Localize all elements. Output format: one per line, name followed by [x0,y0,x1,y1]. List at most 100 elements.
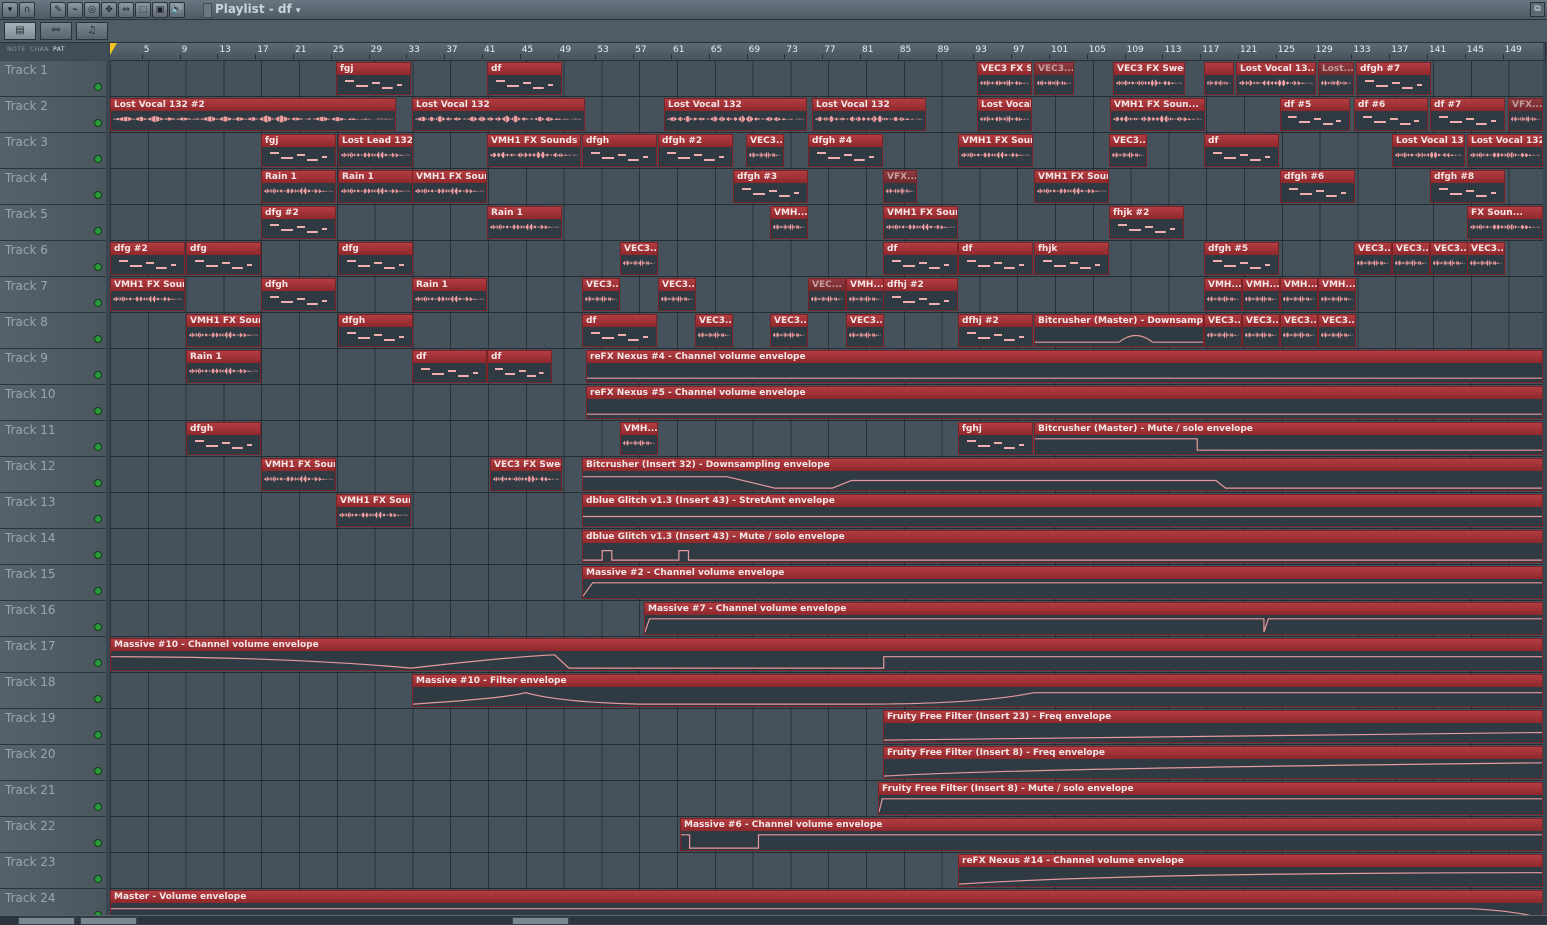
pattern-clip[interactable]: df [582,314,657,347]
track-header[interactable]: Track 21 [0,781,106,817]
automation-clip[interactable]: Massive #6 - Channel volume envelope [680,818,1543,851]
pattern-clip[interactable]: df [487,350,552,383]
track-header[interactable]: Track 13 [0,493,106,529]
audio-clip[interactable]: VEC3... [1034,62,1074,95]
audio-clip[interactable]: VEC3 FX Swee... [1113,62,1185,95]
audio-clip[interactable]: Lost Vocal 132 [412,98,585,131]
track-header[interactable]: Track 22 [0,817,106,853]
pattern-clip[interactable]: dfg #2 [110,242,185,275]
audio-clip[interactable]: Lost Lead 132 [338,134,413,167]
audio-clip[interactable]: VMH... [846,278,884,311]
automation-clip[interactable]: Bitcrusher (Insert 32) - Downsampling en… [582,458,1543,491]
audio-clip[interactable]: VMH1 FX Soun... [336,494,411,527]
track-enable-led-icon[interactable] [94,767,102,775]
track-enable-led-icon[interactable] [94,587,102,595]
chan-mode-label[interactable]: CHAN [30,46,49,53]
bottom-tab[interactable] [18,917,75,925]
pattern-clip[interactable]: dfgh #4 [808,134,883,167]
track-enable-led-icon[interactable] [94,263,102,271]
automation-clip[interactable]: Massive #7 - Channel volume envelope [644,602,1543,635]
automation-clip[interactable]: Bitcrusher (Master) - Downsampling envel… [1034,314,1204,347]
pattern-clip[interactable]: df [883,242,958,275]
audio-clip[interactable]: VMH1 FX Soun... [110,278,185,311]
track-header[interactable]: Track 12 [0,457,106,493]
track-enable-led-icon[interactable] [94,839,102,847]
audio-clip[interactable]: Lost Vocal 13... [1236,62,1316,95]
track-enable-led-icon[interactable] [94,155,102,163]
automation-clip[interactable]: dblue Glitch v1.3 (Insert 43) - Mute / s… [582,530,1543,563]
pattern-clip[interactable]: fghj [958,422,1033,455]
pattern-clip[interactable]: dfg [338,242,413,275]
track-header[interactable]: Track 7 [0,277,106,313]
audio-clip[interactable]: FX Soun... [1467,206,1543,239]
audio-clip[interactable]: VMH1 FX Soun... [412,170,487,203]
pattern-clip[interactable]: dfgh #5 [1204,242,1279,275]
audio-clip[interactable]: VEC3... [1242,314,1280,347]
pattern-clip[interactable]: dfgh [338,314,413,347]
note-mode-label[interactable]: NOTE [7,46,26,53]
track-header[interactable]: Track 18 [0,673,106,709]
automation-clip[interactable]: reFX Nexus #4 - Channel volume envelope [586,350,1543,383]
track-enable-led-icon[interactable] [94,371,102,379]
audio-clip[interactable]: Lost Vocal 13... [1392,134,1465,167]
audio-clip[interactable]: VFX... [883,170,917,203]
audio-clip[interactable]: VEC3... [1467,242,1505,275]
audio-clip[interactable]: Rain 1 [261,170,336,203]
drag-grip-icon[interactable] [203,3,212,18]
audio-clip[interactable]: VMH... [1242,278,1280,311]
audio-clip[interactable]: VEC3... [746,134,784,167]
track-header[interactable]: Track 4 [0,169,106,205]
bottom-tab[interactable] [512,917,569,925]
track-header[interactable]: Track 3 [0,133,106,169]
track-enable-led-icon[interactable] [94,695,102,703]
music-note-icon[interactable]: ♫ [76,22,108,40]
audio-clip[interactable]: VEC... [808,278,846,311]
audio-clip[interactable]: Lost Vocal... [977,98,1032,131]
automation-clip[interactable]: Massive #10 - Channel volume envelope [110,638,1543,671]
pattern-clip[interactable]: fhjk [1034,242,1109,275]
track-enable-led-icon[interactable] [94,227,102,235]
audio-clip[interactable]: VMH1 FX Soun... [261,458,336,491]
audio-clip[interactable]: VMH1 FX Soun... [1034,170,1109,203]
track-enable-led-icon[interactable] [94,875,102,883]
automation-clip[interactable]: reFX Nexus #14 - Channel volume envelope [958,854,1543,887]
automation-clip[interactable]: Massive #2 - Channel volume envelope [582,566,1543,599]
menu-arrow-button[interactable]: ▾ [2,2,18,18]
audio-clip[interactable]: Lost... [1318,62,1354,95]
draw-tool-icon[interactable]: ✎ [50,2,66,18]
track-header[interactable]: Track 19 [0,709,106,745]
track-header[interactable]: Track 10 [0,385,106,421]
track-header[interactable]: Track 9 [0,349,106,385]
automation-clip[interactable]: Massive #10 - Filter envelope [412,674,1543,707]
automation-clip[interactable]: dblue Glitch v1.3 (Insert 43) - StretAmt… [582,494,1543,527]
title-dropdown-icon[interactable]: ▾ [296,6,301,16]
audio-clip[interactable]: VEC3 FX S... [977,62,1032,95]
playhead-marker-icon[interactable] [110,43,117,55]
playlist-grid[interactable]: fgj df VEC3 FX S... VEC3... VEC3 FX Swee... L… [110,61,1543,923]
audio-clip[interactable]: VMH... [1204,278,1242,311]
pattern-clip[interactable]: dfgh [186,422,261,455]
audio-clip[interactable]: Rain 1 [412,278,487,311]
track-header[interactable]: Track 17 [0,637,106,673]
window-title[interactable]: Playlist - df ▾ [203,0,300,19]
automation-clip[interactable]: Fruity Free Filter (Insert 23) - Freq en… [883,710,1543,743]
pattern-clip[interactable]: dfgh #8 [1430,170,1505,203]
playback-tool-icon[interactable]: 🔊 [169,2,185,18]
pattern-clip[interactable]: dfgh [261,278,336,311]
audio-clip[interactable]: VMH1 FX Soun... [1110,98,1205,131]
detach-window-button[interactable]: ⧉ [1530,2,1545,17]
pattern-clip[interactable]: dfhj #2 [958,314,1033,347]
audio-clip[interactable]: VEC3... [1354,242,1392,275]
pattern-clip[interactable]: df [412,350,487,383]
paint-tool-icon[interactable]: ⌁ [67,2,83,18]
audio-clip[interactable]: VEC3... [1430,242,1468,275]
pattern-clip[interactable]: df #5 [1280,98,1350,131]
zoom-tool-icon[interactable]: ▣ [152,2,168,18]
pattern-clip[interactable]: df #7 [1430,98,1505,131]
audio-clip[interactable]: VEC3... [770,314,808,347]
track-header[interactable]: Track 2 [0,97,106,133]
automation-clip[interactable]: reFX Nexus #5 - Channel volume envelope [586,386,1543,419]
automation-clip[interactable]: Fruity Free Filter (Insert 8) - Freq env… [883,746,1543,779]
track-header[interactable]: Track 5 [0,205,106,241]
track-header[interactable]: Track 14 [0,529,106,565]
